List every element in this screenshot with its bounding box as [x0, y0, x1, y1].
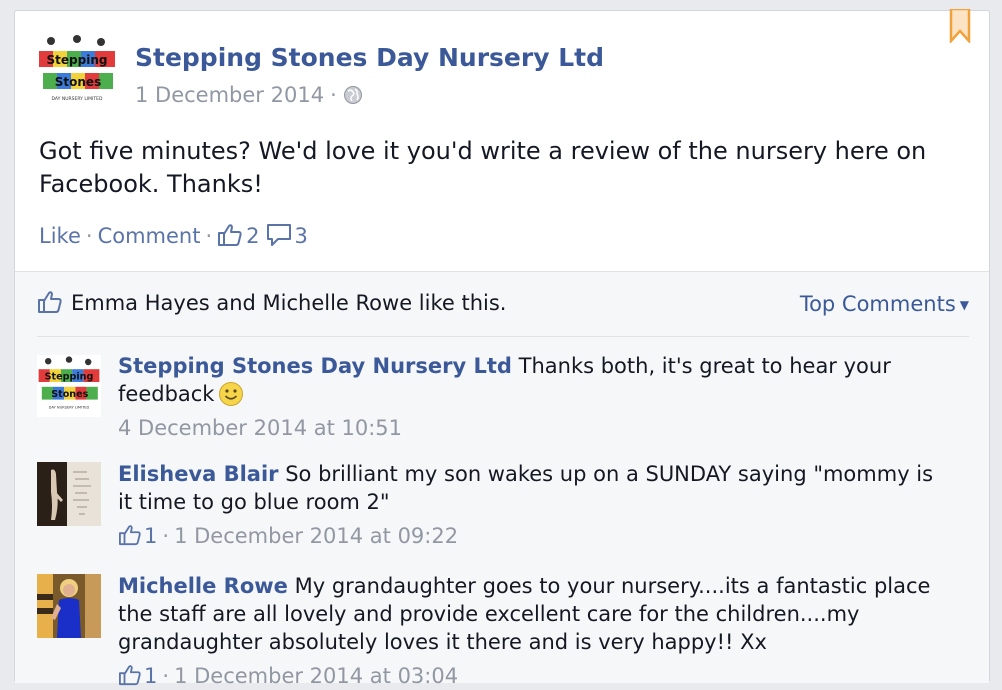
comment-like-count[interactable]: 1 [144, 524, 157, 548]
logo-line1: Stepping [45, 372, 94, 383]
avatar[interactable]: Stepping Stones DAY NURSERY LIMITED [37, 354, 101, 418]
comment-meta: 1 · 1 December 2014 at 09:22 [118, 522, 948, 550]
logo-tagline: DAY NURSERY LIMITED [52, 96, 103, 102]
meta-separator: · [330, 83, 337, 107]
comment-body: Stepping Stones Day Nursery Ltd Thanks b… [118, 352, 948, 442]
logo-line2: Stones [51, 389, 88, 400]
chevron-down-icon: ▼ [959, 298, 969, 312]
comment-like-count[interactable]: 1 [144, 664, 157, 688]
post-card: Stepping Stones DAY NURSERY LIMITED Step… [14, 9, 990, 688]
post-meta: 1 December 2014 · [135, 83, 363, 107]
comments-section: Emma Hayes and Michelle Rowe like this. … [15, 271, 989, 688]
divider [37, 336, 969, 337]
smiley-icon [219, 382, 244, 406]
comment-timestamp[interactable]: 4 December 2014 at 10:51 [118, 416, 402, 440]
top-comments-label: Top Comments [799, 292, 956, 316]
like-link[interactable]: Like [39, 224, 81, 248]
comment-count[interactable]: 3 [295, 224, 308, 248]
comment-author-link[interactable]: Michelle Rowe [118, 574, 288, 598]
thumbs-up-icon [38, 291, 62, 313]
avatar[interactable] [37, 574, 101, 638]
logo-line2: Stones [55, 75, 101, 89]
comment-bubble-icon[interactable] [266, 223, 292, 247]
post-actions: Like · Comment · 2 3 [39, 223, 314, 248]
post-timestamp[interactable]: 1 December 2014 [135, 83, 324, 107]
bookmark-icon[interactable] [949, 9, 971, 43]
comment-link[interactable]: Comment [98, 224, 201, 248]
comment-author-link[interactable]: Elisheva Blair [118, 462, 279, 486]
meta-separator: · [162, 664, 170, 688]
like-count[interactable]: 2 [246, 224, 259, 248]
logo-tagline: DAY NURSERY LIMITED [49, 405, 90, 409]
page-name-link[interactable]: Stepping Stones Day Nursery Ltd [135, 43, 604, 72]
comment-meta: 4 December 2014 at 10:51 [118, 414, 948, 442]
comment-timestamp[interactable]: 1 December 2014 at 03:04 [174, 664, 458, 688]
action-separator: · [205, 224, 213, 248]
comment-body: Elisheva Blair So brilliant my son wakes… [118, 460, 948, 550]
thumbs-up-icon[interactable] [118, 664, 142, 686]
post-text: Got five minutes? We'd love it you'd wri… [39, 137, 927, 198]
action-separator: · [85, 224, 93, 248]
comment-body: Michelle Rowe My grandaughter goes to yo… [118, 572, 948, 690]
avatar[interactable] [37, 462, 101, 526]
logo-line1: Stepping [47, 53, 108, 67]
thumbs-up-icon[interactable] [217, 223, 243, 247]
likes-text[interactable]: Emma Hayes and Michelle Rowe like this. [71, 291, 506, 315]
top-comments-dropdown[interactable]: Top Comments ▼ [800, 292, 969, 316]
likes-summary: Emma Hayes and Michelle Rowe like this. [37, 290, 506, 315]
meta-separator: · [162, 524, 170, 548]
thumbs-up-icon[interactable] [118, 524, 142, 546]
comment-meta: 1 · 1 December 2014 at 03:04 [118, 662, 948, 690]
comment-timestamp[interactable]: 1 December 2014 at 09:22 [174, 524, 458, 548]
globe-icon[interactable] [343, 85, 363, 105]
comment-author-link[interactable]: Stepping Stones Day Nursery Ltd [118, 354, 512, 378]
page-logo[interactable]: Stepping Stones DAY NURSERY LIMITED [37, 33, 117, 111]
